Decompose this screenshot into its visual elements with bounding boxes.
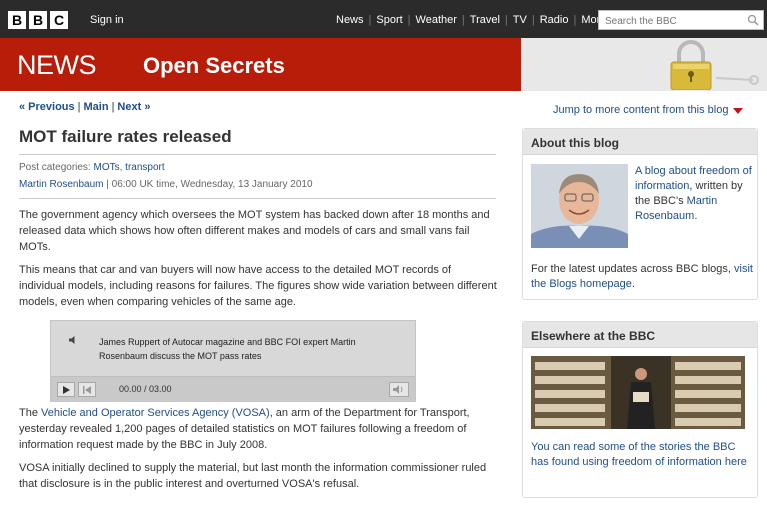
nav-travel[interactable]: Travel <box>470 14 500 26</box>
audio-caption: James Ruppert of Autocar magazine and BB… <box>99 337 356 361</box>
speaker-icon <box>69 336 75 344</box>
logo-letter: B <box>8 11 26 29</box>
nav-radio[interactable]: Radio <box>540 14 569 26</box>
author-portrait-image <box>531 164 628 248</box>
padlock-icon <box>670 40 759 90</box>
post-paragraph: The Vehicle and Operator Services Agency… <box>19 407 470 451</box>
triangle-down-icon <box>733 107 744 114</box>
category-link-mots[interactable]: MOTs <box>94 162 120 173</box>
post-paragraph: This means that car and van buyers will … <box>19 264 497 308</box>
author-link[interactable]: Martin Rosenbaum <box>19 179 103 190</box>
next-link[interactable]: Next » <box>117 101 150 113</box>
vosa-link[interactable]: Vehicle and Operator Services Agency (VO… <box>41 407 270 419</box>
nav-weather[interactable]: Weather <box>416 14 457 26</box>
main-link[interactable]: Main <box>84 101 109 113</box>
search-box <box>598 10 764 31</box>
divider <box>19 198 496 199</box>
logo-letter: C <box>50 11 68 29</box>
about-blog-panel: About this blog A blog about freedom of … <box>522 128 758 300</box>
post-paragraph: The government agency which oversees the… <box>19 209 490 253</box>
divider <box>19 154 496 155</box>
post-title: MOT failure rates released <box>19 127 232 146</box>
player-controls: 00.00 / 03.00 <box>51 376 415 402</box>
sign-in-link[interactable]: Sign in <box>90 14 124 26</box>
playback-time: 00.00 / 03.00 <box>119 384 172 394</box>
volume-icon <box>393 385 403 394</box>
about-description: A blog about freedom of information, wri… <box>635 165 752 222</box>
nav-sport[interactable]: Sport <box>376 14 402 26</box>
post-byline: Martin Rosenbaum | 06:00 UK time, Wednes… <box>19 179 313 190</box>
volume-button[interactable] <box>389 382 409 397</box>
archive-photo-image[interactable] <box>531 356 745 429</box>
post-datetime: | 06:00 UK time, Wednesday, 13 January 2… <box>106 179 313 190</box>
play-icon <box>63 385 70 394</box>
rewind-button[interactable] <box>78 382 96 397</box>
global-nav: News | Sport | Weather | Travel | TV | R… <box>336 14 620 26</box>
nav-news[interactable]: News <box>336 14 364 26</box>
post-paragraph: VOSA initially declined to supply the ma… <box>19 462 487 490</box>
jump-label: Jump to more content from this blog <box>553 104 729 116</box>
foi-stories-link[interactable]: You can read some of the stories the BBC… <box>531 440 747 470</box>
panel-heading: Elsewhere at the BBC <box>523 322 757 348</box>
blog-title[interactable]: Open Secrets <box>143 53 285 79</box>
play-button[interactable] <box>57 382 75 397</box>
search-input[interactable] <box>599 12 739 31</box>
search-icon[interactable] <box>747 14 759 26</box>
bbc-logo[interactable]: B B C <box>8 11 68 29</box>
post-categories: Post categories: MOTs, transport <box>19 162 165 173</box>
nav-tv[interactable]: TV <box>513 14 527 26</box>
categories-label: Post categories: <box>19 162 91 173</box>
skip-back-icon <box>83 385 91 394</box>
logo-letter: B <box>29 11 47 29</box>
panel-heading: About this blog <box>523 129 757 155</box>
audio-player: James Ruppert of Autocar magazine and BB… <box>50 320 416 402</box>
category-link-transport[interactable]: transport <box>125 162 164 173</box>
banner-graphic <box>521 38 767 91</box>
blog-banner: NEWS Open Secrets <box>0 38 521 91</box>
jump-to-content-link[interactable]: Jump to more content from this blog <box>553 104 744 116</box>
elsewhere-panel: Elsewhere at the BBC You can read some o… <box>522 321 758 498</box>
news-section-logo[interactable]: NEWS <box>17 50 97 81</box>
previous-link[interactable]: « Previous <box>19 101 75 113</box>
latest-updates-text: For the latest updates across BBC blogs,… <box>531 263 753 290</box>
post-navigation: « Previous | Main | Next » <box>19 101 151 113</box>
bbc-global-bar: B B C Sign in News | Sport | Weather | T… <box>0 0 767 38</box>
